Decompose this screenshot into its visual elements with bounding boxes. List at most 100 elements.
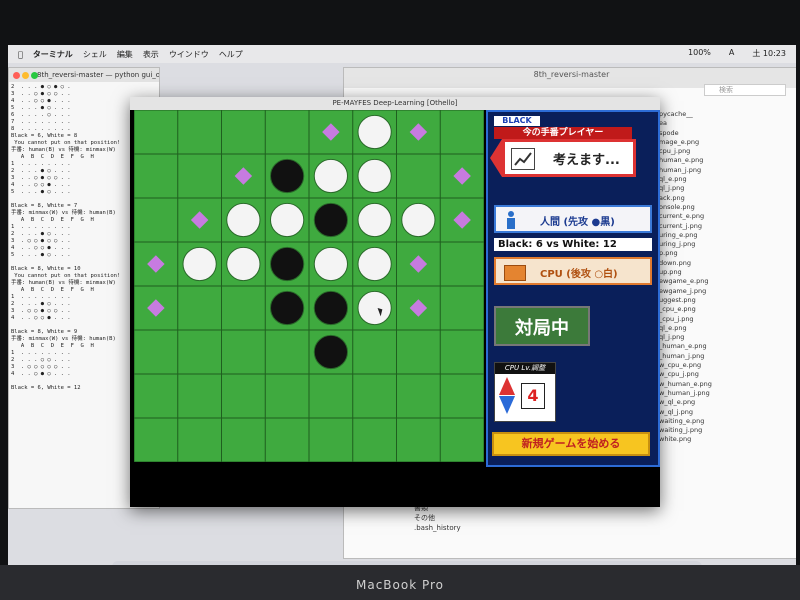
menu-item[interactable]: ターミナル bbox=[33, 49, 73, 60]
board-grid[interactable] bbox=[134, 110, 484, 462]
legal-move-marker[interactable] bbox=[453, 167, 471, 185]
menu-item[interactable]: 編集 bbox=[117, 49, 133, 60]
menu-item[interactable]: ウインドウ bbox=[169, 49, 209, 60]
file-item[interactable]: w_human_e.png bbox=[659, 380, 796, 389]
menu-bar:  ターミナル シェル 編集 表示 ウインドウ ヘルプ 100% A 土 10:… bbox=[8, 45, 796, 63]
file-item[interactable]: w_cpu_j.png bbox=[659, 370, 796, 379]
file-item[interactable]: ea bbox=[659, 119, 796, 128]
file-item[interactable]: current_e.png bbox=[659, 212, 796, 221]
menu-item[interactable]: 表示 bbox=[143, 49, 159, 60]
cpu-level-title: CPU Lv.調整 bbox=[495, 363, 555, 374]
file-item[interactable]: _human_e.png bbox=[659, 342, 796, 351]
cpu-player-card[interactable]: CPU (後攻 ○白) bbox=[494, 257, 652, 285]
minimize-icon[interactable] bbox=[22, 72, 29, 79]
file-item[interactable]: w_ql_e.png bbox=[659, 398, 796, 407]
file-item[interactable]: waiting_j.png bbox=[659, 426, 796, 435]
file-item[interactable]: ack.png bbox=[659, 194, 796, 203]
file-item[interactable]: mage_e.png bbox=[659, 138, 796, 147]
new-game-button[interactable]: 新規ゲームを始める bbox=[492, 432, 650, 456]
game-status-text: 対局中 bbox=[515, 318, 569, 339]
file-item[interactable]: p.png bbox=[659, 249, 796, 258]
legal-move-marker[interactable] bbox=[147, 299, 165, 317]
thinking-card: 考えます... bbox=[502, 139, 636, 177]
white-stone bbox=[313, 246, 348, 282]
thinking-text: 考えます... bbox=[553, 153, 620, 168]
input-source[interactable]: A bbox=[729, 48, 734, 59]
close-icon[interactable] bbox=[13, 72, 20, 79]
legal-move-marker[interactable] bbox=[453, 211, 471, 229]
file-item[interactable]: human_e.png bbox=[659, 156, 796, 165]
legal-move-marker[interactable] bbox=[234, 167, 253, 185]
apple-icon[interactable]:  bbox=[18, 50, 23, 59]
menu-item[interactable]: シェル bbox=[83, 49, 107, 60]
computer-icon bbox=[504, 265, 526, 281]
file-item[interactable]: ql_j.png bbox=[659, 333, 796, 342]
black-stone bbox=[270, 158, 305, 194]
file-item[interactable]: _cpu_e.png bbox=[659, 305, 796, 314]
file-item[interactable]: spode bbox=[659, 129, 796, 138]
file-item[interactable]: _human_j.png bbox=[659, 352, 796, 361]
file-item[interactable]: human_j.png bbox=[659, 166, 796, 175]
file-item[interactable]: uring_j.png bbox=[659, 240, 796, 249]
white-stone bbox=[226, 202, 261, 238]
file-item[interactable]: ql_e.png bbox=[659, 324, 796, 333]
file-item[interactable]: current_j.png bbox=[659, 222, 796, 231]
white-stone bbox=[357, 290, 392, 326]
file-item[interactable]: onsole.png bbox=[659, 203, 796, 212]
turn-pointer-icon bbox=[490, 139, 502, 177]
level-up-button[interactable] bbox=[499, 377, 515, 395]
file-item[interactable]: uggest.png bbox=[659, 296, 796, 305]
legal-move-marker[interactable] bbox=[409, 123, 428, 141]
legal-move-marker[interactable] bbox=[147, 255, 165, 273]
black-stone bbox=[313, 202, 348, 238]
black-stone bbox=[313, 290, 348, 326]
terminal-line: 2 . . . ● ○ ● ○ . bbox=[11, 84, 71, 90]
legal-move-marker[interactable] bbox=[322, 123, 340, 141]
clock[interactable]: 土 10:23 bbox=[752, 48, 786, 59]
white-stone bbox=[226, 246, 261, 282]
level-down-button[interactable] bbox=[499, 396, 515, 414]
file-item[interactable]: _cpu_j.png bbox=[659, 315, 796, 324]
file-item[interactable]: w_human_j.png bbox=[659, 389, 796, 398]
file-item[interactable]: waiting_e.png bbox=[659, 417, 796, 426]
finder-search-input[interactable]: 検索 bbox=[704, 84, 786, 96]
file-item[interactable]: ewgame_e.png bbox=[659, 277, 796, 286]
white-stone bbox=[401, 202, 436, 238]
battery-percent[interactable]: 100% bbox=[688, 48, 711, 59]
file-item[interactable]: w_ql_j.png bbox=[659, 408, 796, 417]
white-stone bbox=[182, 246, 217, 282]
file-item[interactable]: ql_e.png bbox=[659, 175, 796, 184]
file-item[interactable]: ewgame_j.png bbox=[659, 287, 796, 296]
sidebar-item[interactable]: .bash_history bbox=[414, 523, 534, 533]
white-stone bbox=[357, 246, 392, 282]
othello-board[interactable] bbox=[134, 110, 484, 462]
legal-move-marker[interactable] bbox=[409, 299, 428, 317]
file-item[interactable]: ql_j.png bbox=[659, 184, 796, 193]
black-stone bbox=[270, 290, 305, 326]
black-stone bbox=[270, 246, 305, 282]
black-stone bbox=[313, 334, 348, 370]
file-item[interactable]: cpu_j.png bbox=[659, 147, 796, 156]
turn-header: 今の手番プレイヤー bbox=[494, 127, 632, 139]
file-item[interactable]: down.png bbox=[659, 259, 796, 268]
white-stone bbox=[357, 158, 392, 194]
menu-item[interactable]: ヘルプ bbox=[219, 49, 243, 60]
cpu-level-value: 4 bbox=[521, 383, 545, 409]
file-item[interactable]: up.png bbox=[659, 268, 796, 277]
legal-move-marker[interactable] bbox=[409, 255, 428, 273]
cpu-player-label: CPU (後攻 ○白) bbox=[540, 269, 618, 280]
sidebar-item[interactable]: その他 bbox=[414, 513, 534, 523]
finder-file-list: pycache__ ea spode mage_e.png cpu_j.png huma… bbox=[659, 110, 796, 445]
file-item[interactable]: pycache__ bbox=[659, 110, 796, 119]
file-item[interactable]: uring_e.png bbox=[659, 231, 796, 240]
game-status: 対局中 bbox=[494, 306, 590, 346]
legal-move-marker[interactable] bbox=[190, 211, 209, 229]
file-item[interactable]: white.png bbox=[659, 435, 796, 444]
human-player-card[interactable]: 人間 (先攻 ●黒) bbox=[494, 205, 652, 233]
control-panel: BLACK 今の手番プレイヤー 考えます... 人間 (先攻 ●黒) Black… bbox=[486, 110, 660, 467]
file-item[interactable]: w_cpu_e.png bbox=[659, 361, 796, 370]
person-icon bbox=[507, 211, 515, 229]
zoom-icon[interactable] bbox=[31, 72, 38, 79]
turn-color-label: BLACK bbox=[494, 116, 540, 126]
othello-window: PE-MAYFES Deep-Learning [Othello] BLACK … bbox=[130, 97, 660, 507]
